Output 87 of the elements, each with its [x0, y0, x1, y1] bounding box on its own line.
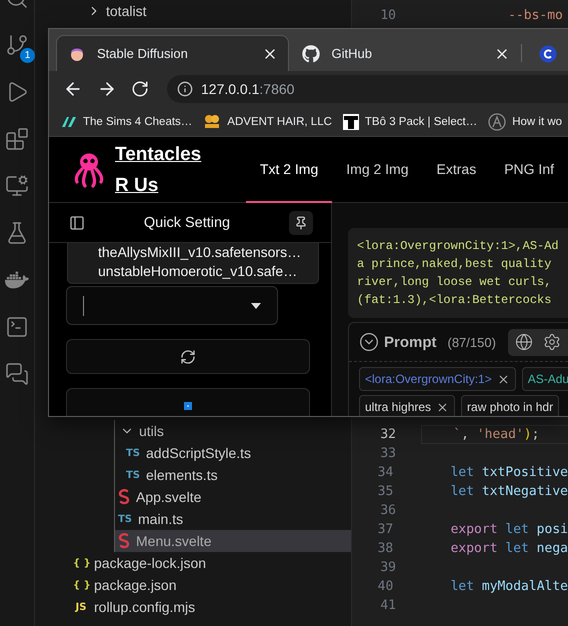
line-number: 36	[379, 503, 396, 518]
github-icon	[302, 44, 320, 62]
section-title: Prompt	[384, 334, 436, 350]
code-line: export let nega	[450, 540, 568, 558]
prompt-textarea[interactable]: <lora:OvergrownCity:1>,AS-Ad a prince,naked,best quality river,long loose wet curls, (fat:1.3),<lora:Bettercocks	[348, 228, 568, 318]
bookmark[interactable]: How it wo	[488, 112, 562, 130]
file-type-icon: TS	[117, 514, 133, 524]
code-line: let txtNegative	[450, 483, 568, 501]
line-number: 33	[379, 446, 396, 461]
source-control-icon[interactable]	[5, 33, 29, 57]
svelte-icon	[117, 489, 131, 505]
file-type-icon: { }	[73, 558, 89, 568]
count-badge: 1	[20, 48, 35, 63]
file-tree-item[interactable]: utils	[115, 420, 351, 442]
bookmark[interactable]: TBô 3 Pack | Select…	[342, 114, 478, 130]
bookmark[interactable]: The Sims 4 Cheats…	[61, 114, 192, 128]
nav-tab[interactable]: Img 2 Img	[332, 137, 423, 203]
dropdown-option[interactable]: unstableHomoerotic_v10.safe…	[98, 262, 318, 281]
dropdown-option[interactable]: theAllysMixIII_v10.safetensors…	[98, 243, 318, 262]
svelte-icon	[117, 533, 131, 549]
browser-tab[interactable]: Stable Diffusion	[56, 35, 289, 71]
collapse-icon[interactable]	[359, 332, 379, 352]
nav-tab[interactable]: Extras	[422, 137, 490, 203]
brand-link[interactable]: R Us	[115, 170, 202, 200]
avatar-icon	[69, 46, 85, 62]
code-line: let txtPositive	[450, 464, 568, 482]
prompt-tag[interactable]: raw photo in hdr	[461, 395, 560, 416]
c-logo-icon	[539, 44, 558, 62]
terminal-icon[interactable]	[5, 315, 29, 339]
toggle-button[interactable]	[66, 388, 310, 416]
octopus-logo-icon	[73, 152, 105, 188]
pin-icon	[294, 216, 308, 230]
file-type-icon: JS	[73, 602, 89, 612]
file-tree-item[interactable]: { } package.json	[35, 574, 351, 596]
file-tree-item[interactable]: { } package-lock.json	[35, 552, 351, 574]
file-tree-item[interactable]: TS addScriptStyle.ts	[115, 442, 351, 464]
panel-title: Quick Setting	[144, 214, 230, 230]
file-tree-item[interactable]: JS rollup.config.mjs	[35, 596, 351, 618]
caret-icon	[251, 302, 261, 308]
square-icon	[184, 402, 192, 410]
globe-icon[interactable]	[515, 333, 533, 351]
settings-icon[interactable]	[543, 333, 561, 351]
line-number: 34	[376, 465, 394, 480]
monitor-icon[interactable]	[5, 174, 29, 198]
bookmark-favicon-icon	[203, 114, 222, 130]
line-number: 41	[379, 598, 396, 613]
remove-icon[interactable]	[496, 372, 510, 386]
prompt-tag[interactable]: AS-Adu	[522, 367, 568, 391]
line-number: 39	[379, 560, 396, 575]
remove-icon[interactable]	[436, 400, 450, 414]
line-number: 40	[376, 579, 394, 594]
prompt-tag[interactable]: ultra highres	[359, 395, 456, 416]
address-bar[interactable]: 127.0.0.1:7860	[167, 75, 568, 103]
file-tree-item[interactable]: App.svelte	[115, 486, 351, 508]
code-line: `, 'head');	[421, 425, 568, 444]
line-number: 32	[379, 427, 396, 442]
line-number: 37	[376, 522, 394, 537]
bookmark[interactable]: ADVENT HAIR, LLC	[203, 114, 332, 130]
info-icon[interactable]	[177, 81, 193, 97]
file-type-icon: { }	[73, 580, 89, 590]
brand-link[interactable]: Tentacles	[115, 138, 202, 170]
nav-tab[interactable]: PNG Inf	[490, 137, 568, 203]
code-line: let myModalAlte	[450, 578, 568, 596]
bookmark-favicon-icon	[488, 112, 506, 130]
line-number: 35	[376, 484, 394, 499]
pin-button[interactable]	[289, 210, 313, 234]
bookmark-favicon-icon	[342, 114, 359, 130]
file-type-icon: TS	[125, 470, 141, 480]
reload-icon[interactable]	[131, 80, 149, 98]
sidebar-toggle-icon[interactable]	[69, 214, 85, 230]
chat-icon[interactable]	[5, 362, 29, 386]
code-line: --bs-mo	[507, 7, 564, 25]
file-tree-item[interactable]: totalist	[35, 0, 351, 22]
line-number: 38	[376, 541, 394, 556]
file-tree-item[interactable]: Menu.svelte	[115, 530, 351, 552]
file-tree-item[interactable]: TS elements.ts	[115, 464, 351, 486]
token-count: (87/150)	[448, 334, 497, 350]
file-tree-item[interactable]: TS main.ts	[115, 508, 351, 530]
browser-tab[interactable]: GitHub	[288, 35, 522, 71]
line-number: 10	[379, 8, 396, 23]
nav-tab[interactable]: Txt 2 Img	[246, 137, 332, 203]
extensions-icon[interactable]	[5, 127, 29, 151]
bookmark-favicon-icon	[61, 114, 77, 128]
code-line: export let posi	[450, 521, 568, 539]
file-type-icon: TS	[125, 448, 141, 458]
prompt-tag[interactable]: <lora:OvergrownCity:1>	[359, 367, 516, 391]
refresh-icon	[180, 348, 196, 364]
